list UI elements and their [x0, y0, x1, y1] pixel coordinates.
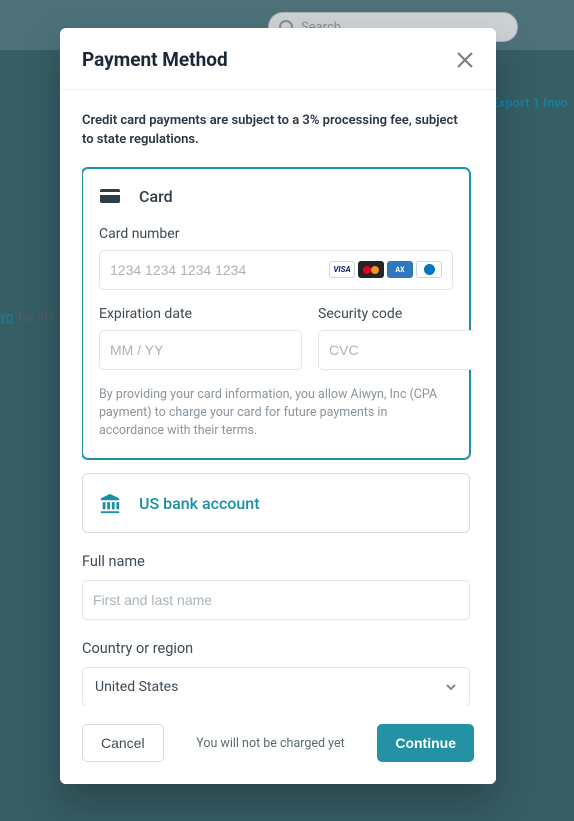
country-label: Country or region — [82, 640, 470, 657]
visa-icon: VISA — [329, 261, 355, 278]
mastercard-icon — [358, 261, 384, 278]
cancel-button[interactable]: Cancel — [82, 724, 164, 762]
continue-button-label: Continue — [395, 735, 456, 751]
expiration-label: Expiration date — [99, 306, 302, 322]
card-consent-text: By providing your card information, you … — [99, 386, 453, 440]
cancel-button-label: Cancel — [101, 735, 145, 751]
scroll-area[interactable]: Credit card payments are subject to a 3%… — [82, 90, 474, 706]
modal-footer: Cancel You will not be charged yet Conti… — [60, 706, 496, 784]
fee-note: Credit card payments are subject to a 3%… — [82, 112, 470, 150]
fullname-input[interactable] — [93, 592, 459, 608]
country-value: United States — [95, 679, 178, 695]
card-brand-icons: VISA AX — [329, 261, 442, 278]
card-number-label: Card number — [99, 226, 453, 242]
expiration-input[interactable] — [110, 342, 291, 358]
country-select[interactable]: United States — [82, 667, 470, 706]
close-icon — [456, 51, 474, 69]
modal-title: Payment Method — [82, 48, 228, 71]
cvc-field[interactable] — [318, 330, 474, 370]
bank-icon — [99, 492, 121, 514]
amex-icon: AX — [387, 261, 413, 278]
modal-body: Credit card payments are subject to a 3%… — [60, 90, 496, 706]
card-option-label: Card — [139, 187, 173, 206]
card-option-header: Card — [83, 169, 469, 224]
continue-button[interactable]: Continue — [377, 724, 474, 762]
diners-icon — [416, 261, 442, 278]
fullname-field[interactable] — [82, 580, 470, 620]
cvc-label: Security code — [318, 306, 474, 322]
payment-option-bank[interactable]: US bank account — [82, 473, 470, 533]
card-option-body: Card number VISA AX Expiration date — [83, 226, 469, 458]
fullname-label: Full name — [82, 553, 470, 570]
bank-option-label: US bank account — [139, 494, 260, 513]
footer-note: You will not be charged yet — [196, 736, 345, 751]
expiration-field[interactable] — [99, 330, 302, 370]
bank-option-header: US bank account — [83, 474, 469, 532]
cvc-input[interactable] — [329, 342, 474, 358]
card-number-field[interactable]: VISA AX — [99, 250, 453, 290]
close-button[interactable] — [456, 51, 474, 69]
modal-header: Payment Method — [60, 28, 496, 90]
card-number-input[interactable] — [110, 262, 329, 278]
payment-option-card[interactable]: Card Card number VISA AX — [82, 168, 470, 459]
payment-method-modal: Payment Method Credit card payments are … — [60, 28, 496, 784]
chevron-down-icon — [445, 681, 457, 693]
card-icon — [99, 189, 121, 203]
